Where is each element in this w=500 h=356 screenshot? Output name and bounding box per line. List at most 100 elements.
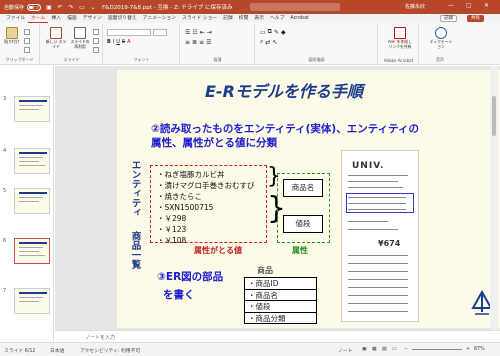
align-center-icon[interactable]: ≣ <box>192 39 197 46</box>
search-input[interactable] <box>250 3 340 11</box>
document-title: F&D2019-7&8.ppt - 互換 - Z: ドライブ に保存済み <box>102 5 233 11</box>
reuse-slides-button[interactable]: スライドの 再利用 <box>69 27 91 53</box>
maximize-icon[interactable]: ▢ <box>466 2 472 9</box>
tab-view[interactable]: 表示 <box>251 14 267 23</box>
normal-view-icon[interactable]: ▣ <box>362 347 367 352</box>
slides-group: 新しい スライド スライドの 再利用 スライド <box>41 24 103 64</box>
tab-acrobat[interactable]: Acrobat <box>287 14 312 23</box>
tab-help[interactable]: ヘルプ <box>267 14 287 23</box>
new-slide-icon <box>50 27 62 39</box>
paste-button[interactable]: 貼り付け <box>3 27 21 53</box>
outdent-icon[interactable]: ⇥ <box>207 29 212 36</box>
align-right-icon[interactable]: ≡ <box>199 39 204 46</box>
slide-canvas: E-Rモデルを作る手順 ②読み取ったものをエンティティ(実体)、エンティティの属… <box>55 66 500 330</box>
align-left-icon[interactable]: ≡ <box>185 39 190 46</box>
field-product-name: 商品名 <box>283 179 323 197</box>
font-group: B I U S A フォント <box>104 24 180 64</box>
replace-icon[interactable]: ⇄ <box>265 39 270 46</box>
zoom-in-icon[interactable]: + <box>466 347 470 352</box>
slide-thumbnail-7[interactable] <box>14 288 50 314</box>
reset-icon[interactable] <box>93 37 99 45</box>
shapes-icon[interactable]: ▭ <box>260 29 266 36</box>
notes-field[interactable]: ノートを入力 <box>55 330 500 342</box>
zoom-slider[interactable] <box>412 349 462 350</box>
shape-fill-icon[interactable]: ◆ <box>281 29 286 36</box>
language-indicator[interactable]: 日本語 <box>50 347 64 354</box>
slide-title[interactable]: E-Rモデルを作る手順 <box>205 78 363 102</box>
ribbon-tabs: ファイル ホーム 挿入 描画 デザイン 画面切り替え アニメーション スライド … <box>0 14 500 23</box>
zoom-level[interactable]: 87% <box>474 347 485 352</box>
tab-home[interactable]: ホーム <box>28 14 49 23</box>
title-bar: 自動保存 オフ ▣ ↶ ↷ ▭ ⌄ F&D2019-7&8.ppt - 互換 -… <box>0 0 500 14</box>
italic-icon[interactable]: I <box>113 39 114 45</box>
status-bar: スライド 6/12 日本語 アクセシビリティ: 利用不可 ノート ▣ ▦ ▤ ▭… <box>0 342 500 356</box>
notes-toggle[interactable]: ノート <box>338 347 352 354</box>
tab-record[interactable]: 記録 <box>220 14 236 23</box>
tab-insert[interactable]: 挿入 <box>48 14 64 23</box>
share-button[interactable]: 共有 <box>467 15 484 22</box>
copy-icon[interactable] <box>24 37 30 45</box>
undo-icon[interactable]: ↶ <box>56 3 64 11</box>
slide-thumbnail-6[interactable] <box>14 238 50 264</box>
cut-icon[interactable] <box>24 28 30 36</box>
slide-thumbnail-5[interactable] <box>14 188 50 214</box>
slideshow-view-icon[interactable]: ▭ <box>392 347 397 352</box>
close-icon[interactable]: ✕ <box>484 2 489 9</box>
underline-icon[interactable]: U <box>116 39 120 45</box>
format-painter-icon[interactable] <box>24 46 30 54</box>
current-slide[interactable]: E-Rモデルを作る手順 ②読み取ったものをエンティティ(実体)、エンティティの属… <box>117 70 500 328</box>
entity-name: 商品 <box>257 266 273 275</box>
section-3-heading[interactable]: ③ER図の部品 を書く <box>157 268 223 304</box>
create-pdf-button[interactable]: PDF を作成し リンクを共有 <box>388 27 412 53</box>
font-color-icon[interactable]: A <box>127 39 130 45</box>
vertical-scrollbar[interactable] <box>490 66 498 330</box>
present-icon[interactable]: ▭ <box>78 3 86 11</box>
label-attribute: 属性 <box>292 246 308 255</box>
bullets-icon[interactable]: ☰ <box>185 29 190 36</box>
section-icon[interactable] <box>93 46 99 54</box>
quick-styles-icon[interactable]: ✎ <box>274 29 279 36</box>
receipt-image[interactable]: UNIV. ¥674 <box>341 150 419 322</box>
accessibility-status[interactable]: アクセシビリティ: 利用不可 <box>80 347 140 354</box>
numbering-icon[interactable]: ☷ <box>192 29 197 36</box>
select-icon[interactable]: ↖ <box>272 39 277 46</box>
tab-design[interactable]: デザイン <box>80 14 105 23</box>
zoom-out-icon[interactable]: − <box>404 347 408 352</box>
slide-subtitle[interactable]: ②読み取ったものをエンティティ(実体)、エンティティの属性、属性がとる値に分類 <box>151 122 419 150</box>
justify-icon[interactable]: ☰ <box>206 39 211 46</box>
entity-box[interactable]: ・商品ID ・商品名 ・値段 ・商品分類 <box>244 277 317 324</box>
slide-thumbnail-3[interactable] <box>14 96 50 122</box>
find-icon[interactable]: ⌕ <box>260 38 263 46</box>
font-name-field[interactable] <box>107 28 151 36</box>
sorter-view-icon[interactable]: ▦ <box>372 347 377 352</box>
font-size-field[interactable] <box>153 28 167 36</box>
entity-attribute: ・商品ID <box>245 278 316 290</box>
tab-file[interactable]: ファイル <box>3 14 28 23</box>
minimize-icon[interactable]: — <box>448 2 454 9</box>
indent-icon[interactable]: ⇤ <box>200 29 205 36</box>
slide-thumbnails-panel: 3 4 5 6 7 <box>0 66 54 342</box>
entity-attribute: ・商品分類 <box>248 313 286 323</box>
tab-slideshow[interactable]: スライド ショー <box>179 14 220 23</box>
dictate-button[interactable]: ディクテーション <box>429 27 453 53</box>
user-name[interactable]: 佐藤永欣 <box>405 3 425 10</box>
bold-icon[interactable]: B <box>107 39 111 45</box>
strikethrough-icon[interactable]: S <box>122 39 125 45</box>
customize-qat-icon[interactable]: ⌄ <box>89 3 97 11</box>
tab-draw[interactable]: 描画 <box>64 14 80 23</box>
slide-counter: スライド 6/12 <box>4 349 36 354</box>
reuse-slides-icon <box>74 27 86 39</box>
record-button[interactable]: 記録 <box>440 15 457 22</box>
tab-review[interactable]: 校閲 <box>236 14 252 23</box>
reading-view-icon[interactable]: ▤ <box>382 347 387 352</box>
save-icon[interactable]: ▣ <box>45 3 53 11</box>
tab-animations[interactable]: アニメーション <box>140 14 179 23</box>
tab-transitions[interactable]: 画面切り替え <box>105 14 140 23</box>
new-slide-button[interactable]: 新しい スライド <box>45 27 67 53</box>
entity-attribute: ・商品名 <box>245 290 316 301</box>
slide-thumbnail-4[interactable] <box>14 148 50 174</box>
arrange-icon[interactable]: ⧉ <box>268 28 272 36</box>
redo-icon[interactable]: ↷ <box>67 3 75 11</box>
autosave-toggle[interactable]: オフ <box>27 3 42 11</box>
layout-icon[interactable] <box>93 28 99 36</box>
